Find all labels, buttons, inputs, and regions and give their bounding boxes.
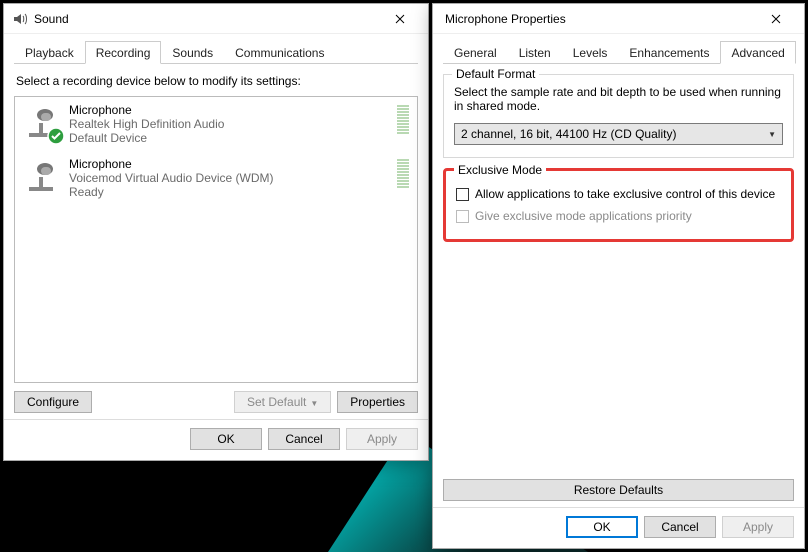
tab-sounds[interactable]: Sounds [161,41,224,64]
device-list[interactable]: Microphone Realtek High Definition Audio… [14,96,418,383]
list-buttons: Configure Set Default▼ Properties [14,391,418,413]
close-icon [771,14,781,24]
tab-enhancements[interactable]: Enhancements [618,41,720,64]
checkbox-box [456,188,469,201]
mic-title: Microphone Properties [445,12,754,26]
sound-title: Sound [34,12,378,26]
level-meter [397,103,409,134]
mic-body: General Listen Levels Enhancements Advan… [433,34,804,548]
mic-tabs: General Listen Levels Enhancements Advan… [443,40,794,64]
ok-button[interactable]: OK [566,516,638,538]
device-name: Microphone [69,157,389,171]
speaker-icon [12,11,28,27]
cancel-button[interactable]: Cancel [644,516,716,538]
default-format-group: Default Format Select the sample rate an… [443,74,794,158]
tab-levels[interactable]: Levels [562,41,619,64]
divider [433,507,804,508]
group-title: Exclusive Mode [454,163,546,177]
device-sub: Voicemod Virtual Audio Device (WDM) [69,171,389,185]
device-labels: Microphone Voicemod Virtual Audio Device… [69,157,389,199]
device-labels: Microphone Realtek High Definition Audio… [69,103,389,145]
cancel-button[interactable]: Cancel [268,428,340,450]
device-status: Ready [69,185,389,199]
device-name: Microphone [69,103,389,117]
mic-titlebar[interactable]: Microphone Properties [433,4,804,34]
microphone-icon [23,157,63,197]
close-icon [395,14,405,24]
sound-tabs: Playback Recording Sounds Communications [14,40,418,64]
device-item[interactable]: Microphone Voicemod Virtual Audio Device… [15,151,417,205]
tab-listen[interactable]: Listen [508,41,562,64]
close-button[interactable] [378,5,422,33]
group-title: Default Format [452,67,539,81]
sound-titlebar[interactable]: Sound [4,4,428,34]
tab-advanced[interactable]: Advanced [720,41,795,64]
check-badge-icon [47,127,65,145]
default-format-desc: Select the sample rate and bit depth to … [454,85,783,113]
format-value: 2 channel, 16 bit, 44100 Hz (CD Quality) [461,127,676,141]
ok-button[interactable]: OK [190,428,262,450]
set-default-button: Set Default▼ [234,391,331,413]
tab-playback[interactable]: Playback [14,41,85,64]
device-sub: Realtek High Definition Audio [69,117,389,131]
tab-recording[interactable]: Recording [85,41,162,64]
device-item[interactable]: Microphone Realtek High Definition Audio… [15,97,417,151]
exclusive-control-checkbox[interactable]: Allow applications to take exclusive con… [456,187,781,201]
dialog-buttons: OK Cancel Apply [443,516,794,540]
level-meter [397,157,409,188]
configure-button[interactable]: Configure [14,391,92,413]
apply-button: Apply [722,516,794,538]
format-combobox[interactable]: 2 channel, 16 bit, 44100 Hz (CD Quality)… [454,123,783,145]
exclusive-priority-checkbox: Give exclusive mode applications priorit… [456,209,781,223]
device-status: Default Device [69,131,389,145]
dialog-buttons: OK Cancel Apply [14,428,418,452]
restore-defaults-button[interactable]: Restore Defaults [443,479,794,501]
instruction-text: Select a recording device below to modif… [16,74,416,88]
checkbox-label: Allow applications to take exclusive con… [475,187,775,201]
checkbox-box [456,210,469,223]
divider [4,419,428,420]
checkbox-label: Give exclusive mode applications priorit… [475,209,692,223]
apply-button: Apply [346,428,418,450]
exclusive-mode-group: Exclusive Mode Allow applications to tak… [443,168,794,242]
close-button[interactable] [754,5,798,33]
mic-properties-window: Microphone Properties General Listen Lev… [432,3,805,549]
chevron-down-icon: ▼ [310,399,318,408]
microphone-icon [23,103,63,143]
tab-communications[interactable]: Communications [224,41,335,64]
sound-window: Sound Playback Recording Sounds Communic… [3,3,429,461]
tab-general[interactable]: General [443,41,508,64]
properties-button[interactable]: Properties [337,391,418,413]
chevron-down-icon: ▼ [768,130,776,139]
sound-body: Playback Recording Sounds Communications… [4,34,428,460]
